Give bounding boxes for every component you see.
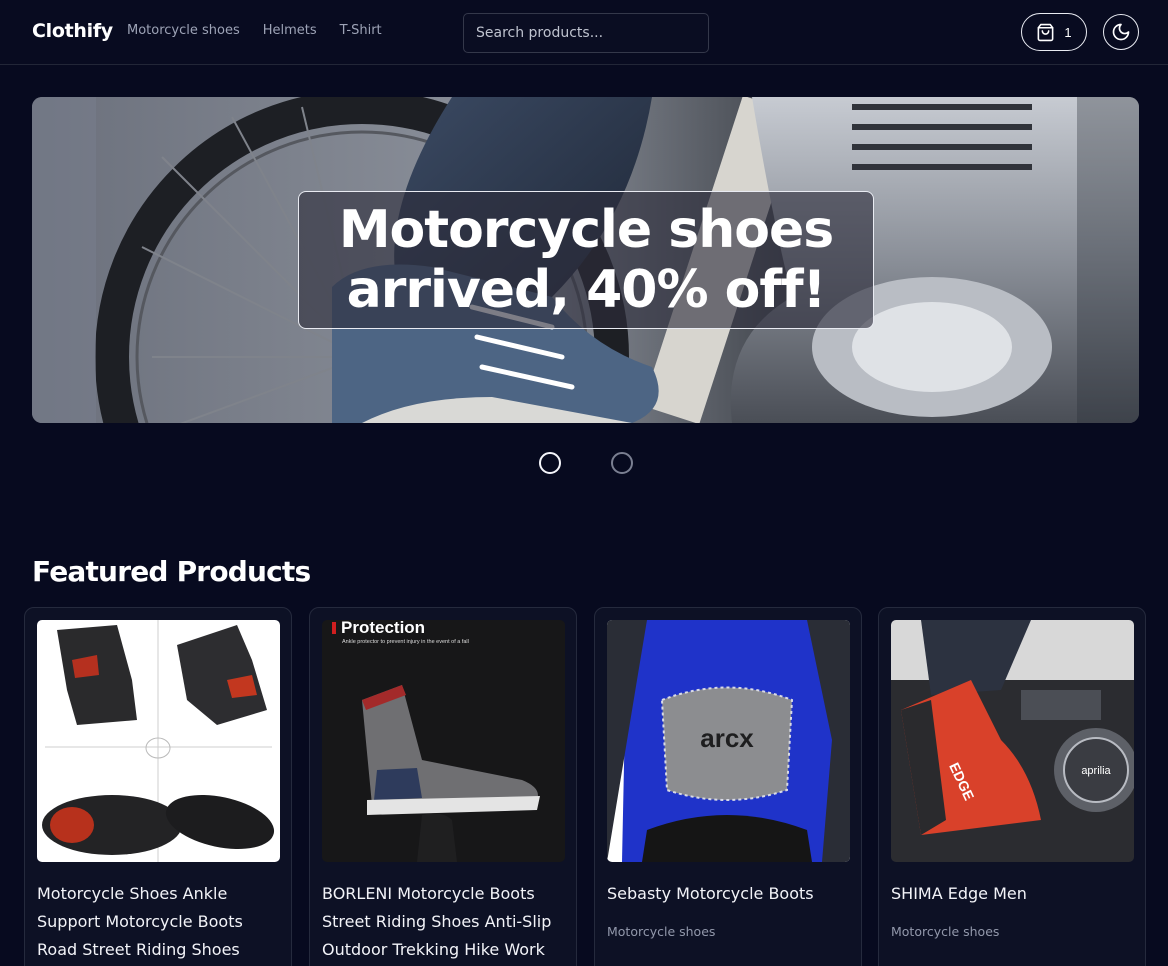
arcx-logo-text: arcx	[700, 723, 754, 753]
hero-title: Motorcycle shoes arrived, 40% off!	[338, 200, 834, 320]
product-image: Protection Ankle protector to prevent in…	[322, 620, 565, 862]
product-image	[37, 620, 280, 862]
product-card[interactable]: Motorcycle Shoes Ankle Support Motorcycl…	[24, 607, 292, 966]
product-category: Motorcycle shoes	[891, 924, 1000, 939]
cart-count-badge: 1	[1064, 24, 1072, 40]
protection-label: Protection	[341, 620, 425, 637]
nav-link-motorcycle-shoes[interactable]: Motorcycle shoes	[127, 23, 240, 38]
search-input[interactable]	[463, 13, 709, 53]
product-title[interactable]: Motorcycle Shoes Ankle Support Motorcycl…	[37, 880, 280, 964]
carousel-dot-1[interactable]	[539, 452, 561, 474]
hero-carousel[interactable]: Motorcycle shoes arrived, 40% off!	[32, 97, 1139, 423]
navbar: Clothify Motorcycle shoes Helmets T-Shir…	[0, 0, 1168, 65]
carousel-indicators	[539, 452, 633, 474]
carousel-prev-area[interactable]	[32, 97, 96, 423]
product-card[interactable]: arcx Sebasty Motorcycle Boots Motorcycle…	[594, 607, 862, 966]
nav-link-t-shirt[interactable]: T-Shirt	[340, 23, 382, 38]
shopping-bag-icon	[1036, 23, 1055, 42]
main-nav: Motorcycle shoes Helmets T-Shirt	[127, 23, 382, 38]
product-title[interactable]: Sebasty Motorcycle Boots	[607, 880, 850, 908]
product-card[interactable]: EDGE aprilia SHIMA Edge Men Motorcycle s…	[878, 607, 1146, 966]
product-image: EDGE aprilia	[891, 620, 1134, 862]
product-card[interactable]: Protection Ankle protector to prevent in…	[309, 607, 577, 966]
moon-icon	[1111, 22, 1131, 42]
product-image: arcx	[607, 620, 850, 862]
product-title[interactable]: BORLENI Motorcycle Boots Street Riding S…	[322, 880, 565, 964]
featured-products-title: Featured Products	[32, 555, 311, 588]
aprilia-logo-text: aprilia	[1081, 765, 1111, 777]
product-category: Motorcycle shoes	[607, 924, 716, 939]
carousel-dot-2[interactable]	[611, 452, 633, 474]
hero-caption-box: Motorcycle shoes arrived, 40% off!	[298, 191, 874, 329]
carousel-next-area[interactable]	[1077, 97, 1139, 423]
nav-link-helmets[interactable]: Helmets	[263, 23, 317, 38]
product-title[interactable]: SHIMA Edge Men	[891, 880, 1134, 908]
protection-sublabel: Ankle protector to prevent injury in the…	[342, 639, 469, 645]
theme-toggle-button[interactable]	[1103, 14, 1139, 50]
brand-logo[interactable]: Clothify	[32, 20, 113, 42]
cart-button[interactable]: 1	[1021, 13, 1087, 51]
